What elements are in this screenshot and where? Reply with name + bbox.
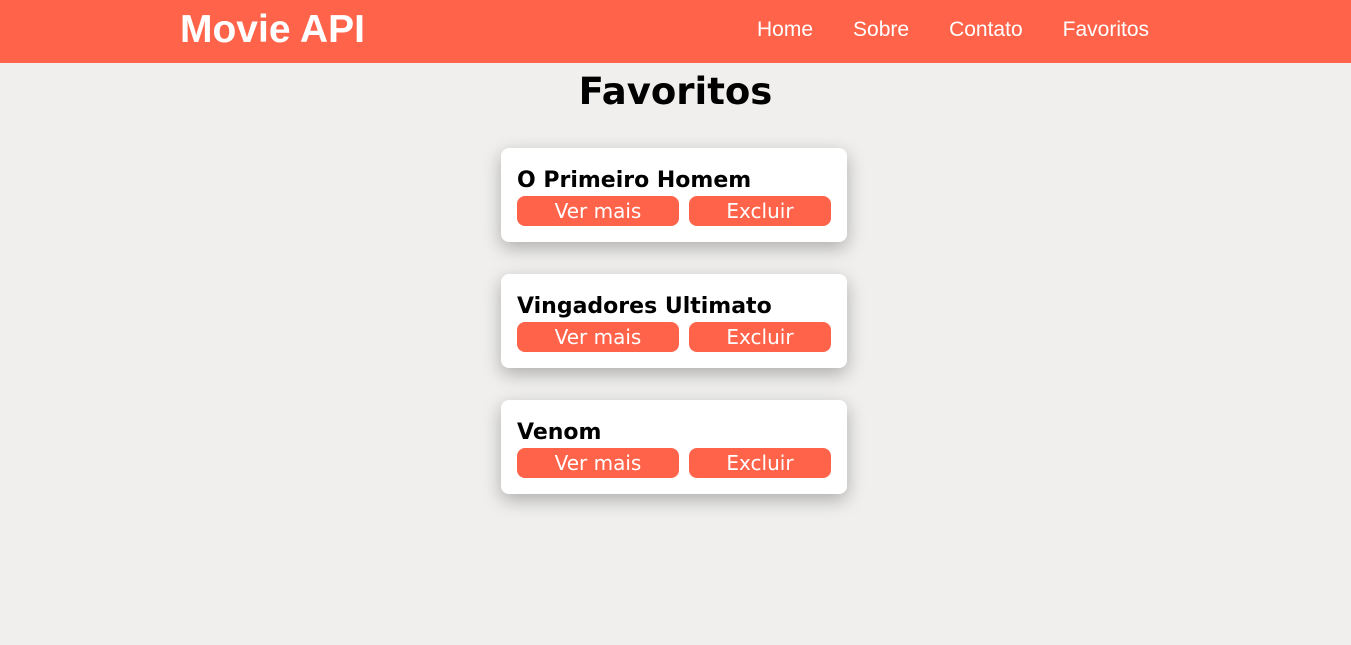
see-more-button[interactable]: Ver mais <box>517 196 679 226</box>
page-title: Favoritos <box>578 70 773 113</box>
brand-logo[interactable]: Movie API <box>180 8 365 52</box>
favorite-card: O Primeiro Homem Ver mais Excluir <box>501 148 847 242</box>
delete-button[interactable]: Excluir <box>689 322 831 352</box>
delete-button[interactable]: Excluir <box>689 196 831 226</box>
favorite-card: Venom Ver mais Excluir <box>501 400 847 494</box>
main-nav: Home Sobre Contato Favoritos <box>757 18 1149 42</box>
see-more-button[interactable]: Ver mais <box>517 322 679 352</box>
nav-link-sobre[interactable]: Sobre <box>853 18 909 42</box>
navbar: Movie API Home Sobre Contato Favoritos <box>0 0 1351 63</box>
nav-link-home[interactable]: Home <box>757 18 813 42</box>
nav-link-favoritos[interactable]: Favoritos <box>1063 18 1149 42</box>
see-more-button[interactable]: Ver mais <box>517 448 679 478</box>
movie-title: Vingadores Ultimato <box>517 294 772 319</box>
delete-button[interactable]: Excluir <box>689 448 831 478</box>
favorite-card: Vingadores Ultimato Ver mais Excluir <box>501 274 847 368</box>
movie-title: O Primeiro Homem <box>517 168 752 193</box>
nav-link-contato[interactable]: Contato <box>949 18 1023 42</box>
movie-title: Venom <box>517 420 602 445</box>
